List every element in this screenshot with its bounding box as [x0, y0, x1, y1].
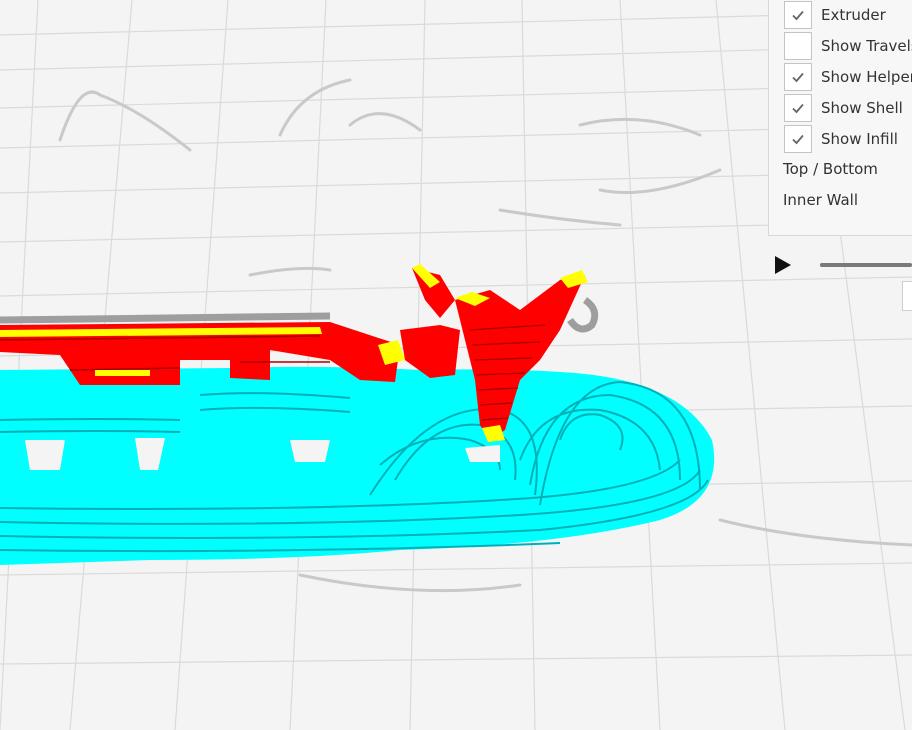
layer-view-panel: Extruder Show Travels Show Helpers Show …: [768, 0, 912, 236]
inner-wall-layers: [0, 366, 715, 565]
show-shell-label: Show Shell: [821, 99, 903, 117]
show-helpers-label: Show Helpers: [821, 68, 912, 86]
extruder-checkbox[interactable]: [784, 1, 812, 29]
layer-slider-box[interactable]: [902, 281, 912, 311]
show-infill-checkbox[interactable]: [784, 125, 812, 153]
play-icon[interactable]: [772, 254, 794, 276]
checkmark-icon: [792, 72, 804, 83]
simulation-slider-fill: [820, 263, 912, 267]
show-travels-checkbox-row[interactable]: Show Travels: [784, 31, 912, 61]
show-helpers-checkbox-row[interactable]: Show Helpers: [784, 62, 912, 92]
show-infill-checkbox-row[interactable]: Show Infill: [784, 124, 898, 154]
checkmark-icon: [792, 10, 804, 21]
extruder-checkbox-row[interactable]: Extruder: [784, 0, 886, 30]
legend-inner-wall: Inner Wall: [783, 191, 858, 209]
checkmark-icon: [792, 103, 804, 114]
show-travels-checkbox[interactable]: [784, 32, 812, 60]
show-travels-label: Show Travels: [821, 37, 912, 55]
simulation-slider-track[interactable]: [820, 263, 912, 267]
show-shell-checkbox[interactable]: [784, 94, 812, 122]
show-shell-checkbox-row[interactable]: Show Shell: [784, 93, 903, 123]
checkmark-icon: [792, 134, 804, 145]
show-infill-label: Show Infill: [821, 130, 898, 148]
show-helpers-checkbox[interactable]: [784, 63, 812, 91]
extruder-label: Extruder: [821, 6, 886, 24]
legend-top-bottom: Top / Bottom: [783, 160, 878, 178]
